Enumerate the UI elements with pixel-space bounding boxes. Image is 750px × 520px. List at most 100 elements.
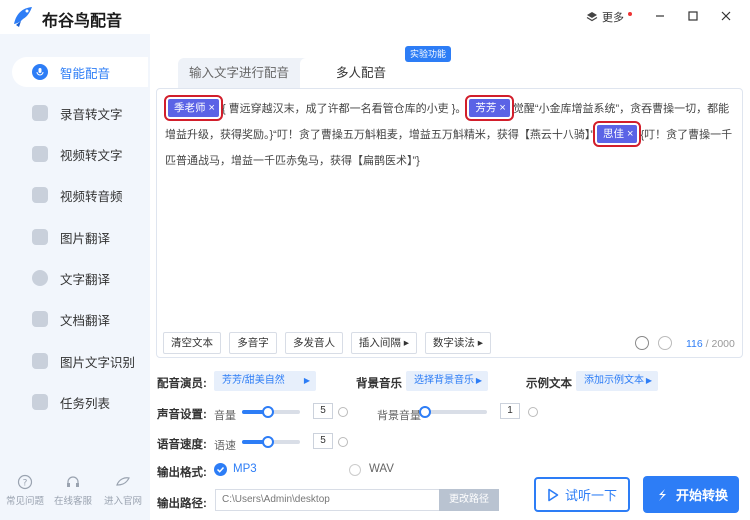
char-total: / 2000 <box>705 338 735 350</box>
support-link[interactable]: 在线客服 <box>48 474 98 507</box>
sidebar-item-ocr[interactable]: 图片文字识别 <box>12 346 148 376</box>
redo-icon[interactable] <box>658 336 672 350</box>
sidebar-item-label: 文档翻译 <box>60 313 111 328</box>
video-audio-icon <box>32 187 48 203</box>
sidebar-item-video-to-text[interactable]: 视频转文字 <box>12 139 148 169</box>
speed-sub-label: 语速 <box>214 440 236 452</box>
sidebar-item-video-to-audio[interactable]: 视频转音频 <box>12 180 148 210</box>
format-mp3-radio[interactable] <box>214 463 227 476</box>
minimize-icon[interactable] <box>652 8 668 24</box>
tab-bar: 输入文字进行配音 多人配音 <box>178 58 422 88</box>
bg-volume-value[interactable]: 1 <box>500 403 520 419</box>
number-reading-button[interactable]: 数字读法 ▸ <box>425 332 491 354</box>
convert-icon <box>658 488 666 501</box>
sound-settings-label: 声音设置: <box>157 409 207 421</box>
bgm-label: 背景音乐 <box>356 378 402 390</box>
preview-button[interactable]: 试听一下 <box>534 477 630 512</box>
experimental-badge: 实验功能 <box>405 46 452 62</box>
polyphone-button[interactable]: 多音字 <box>229 332 277 354</box>
image-translate-icon <box>32 229 48 245</box>
text-segment: { 曹远穿越汉末，成了许都一名看管仓库的小吏 }。 <box>221 103 467 115</box>
multi-speaker-button[interactable]: 多发音人 <box>285 332 343 354</box>
sidebar-item-task-list[interactable]: 任务列表 <box>12 387 148 417</box>
sidebar-item-audio-to-text[interactable]: 录音转文字 <box>12 98 148 128</box>
website-icon <box>116 477 130 486</box>
sidebar-item-smart-dubbing[interactable]: 智能配音 <box>12 57 148 87</box>
clear-text-button[interactable]: 清空文本 <box>163 332 221 354</box>
volume-value[interactable]: 5 <box>313 403 333 419</box>
volume-slider[interactable] <box>242 406 300 418</box>
tag-close-icon[interactable]: × <box>499 102 505 114</box>
app-title: 布谷鸟配音 <box>42 13 123 30</box>
speed-value[interactable]: 5 <box>313 433 333 449</box>
editor-content[interactable]: 季老师 ×{ 曹远穿越汉末，成了许都一名看管仓库的小吏 }。 芳芳 × 觉醒“小金库增益… <box>164 95 740 174</box>
check-icon <box>216 466 225 473</box>
sidebar-item-doc-translate[interactable]: 文档翻译 <box>12 304 148 334</box>
bg-volume-slider[interactable] <box>419 406 487 418</box>
start-convert-button[interactable]: 开始转换 <box>643 476 739 513</box>
sidebar-item-label: 录音转文字 <box>60 107 123 122</box>
headset-icon <box>67 476 79 487</box>
sample-select[interactable]: 添加示例文本 ▶ <box>576 371 658 391</box>
question-icon: ? <box>17 474 33 490</box>
format-wav-radio[interactable] <box>349 464 361 476</box>
speaker-name: 芳芳 <box>475 102 497 114</box>
bgm-select[interactable]: 选择背景音乐 ▶ <box>406 371 488 391</box>
microphone-icon <box>32 64 48 80</box>
reset-icon[interactable] <box>338 407 348 417</box>
speaker-name: 思佳 <box>603 128 624 140</box>
format-wav-label[interactable]: WAV <box>369 463 394 475</box>
more-button[interactable]: 更多 <box>586 9 632 25</box>
preview-label: 试听一下 <box>564 488 617 503</box>
insert-pause-button[interactable]: 插入间隔 ▸ <box>351 332 417 354</box>
website-link[interactable]: 进入官网 <box>98 474 148 507</box>
voice-select[interactable]: 芳芳/甜美自然 ▶ <box>214 371 316 391</box>
voice-label: 配音演员: <box>157 378 207 390</box>
speaker-tag[interactable]: 芳芳 × <box>465 95 514 121</box>
char-count: 116 <box>686 338 703 350</box>
char-counter: 116 / 2000 <box>686 338 735 350</box>
doc-translate-icon <box>32 311 48 327</box>
reset-icon[interactable] <box>528 407 538 417</box>
speed-slider[interactable] <box>242 436 300 448</box>
faq-link[interactable]: ? 常见问题 <box>0 474 50 507</box>
sidebar-item-image-translate[interactable]: 图片翻译 <box>12 222 148 252</box>
voice-value: 芳芳/甜美自然 <box>222 375 285 386</box>
tab-text-dubbing[interactable]: 输入文字进行配音 <box>178 58 300 88</box>
change-path-button[interactable]: 更改路径 <box>439 489 499 511</box>
title-bar: 布谷鸟配音 更多 <box>0 0 750 34</box>
chevron-right-icon: ▶ <box>303 376 310 385</box>
video-text-icon <box>32 146 48 162</box>
sidebar-item-label: 智能配音 <box>60 66 111 81</box>
speed-knob[interactable] <box>262 436 275 448</box>
sidebar-item-label: 任务列表 <box>60 396 111 411</box>
sidebar-item-label: 视频转音频 <box>60 189 123 204</box>
bg-volume-knob[interactable] <box>419 406 431 418</box>
tag-close-icon[interactable]: × <box>209 102 215 114</box>
sidebar-item-text-translate[interactable]: 文字翻译 <box>12 263 148 293</box>
audio-text-icon <box>32 105 48 121</box>
undo-icon[interactable] <box>635 336 649 350</box>
reset-icon[interactable] <box>338 437 348 447</box>
sidebar-item-label: 文字翻译 <box>60 272 111 287</box>
output-path-input[interactable]: C:\Users\Admin\desktop <box>215 489 439 511</box>
support-label: 在线客服 <box>53 496 92 507</box>
speaker-tag[interactable]: 思佳 × <box>592 121 642 147</box>
svg-text:?: ? <box>23 479 28 489</box>
tab-multi-dubbing[interactable]: 多人配音 <box>300 58 422 88</box>
speaker-tag[interactable]: 季老师 × <box>164 95 223 121</box>
sample-label: 示例文本 <box>526 378 572 390</box>
format-label: 输出格式: <box>157 467 207 479</box>
format-mp3-label[interactable]: MP3 <box>233 463 257 475</box>
more-label: 更多 <box>602 12 624 24</box>
maximize-icon[interactable] <box>685 8 701 24</box>
speaker-name: 季老师 <box>174 102 206 114</box>
image-ocr-icon <box>32 353 48 369</box>
speed-label: 语音速度: <box>157 439 207 451</box>
volume-knob[interactable] <box>262 406 275 418</box>
play-icon <box>548 488 559 501</box>
faq-label: 常见问题 <box>5 496 44 507</box>
close-icon[interactable] <box>718 8 734 24</box>
tag-close-icon[interactable]: × <box>627 128 633 140</box>
website-label: 进入官网 <box>103 496 142 507</box>
